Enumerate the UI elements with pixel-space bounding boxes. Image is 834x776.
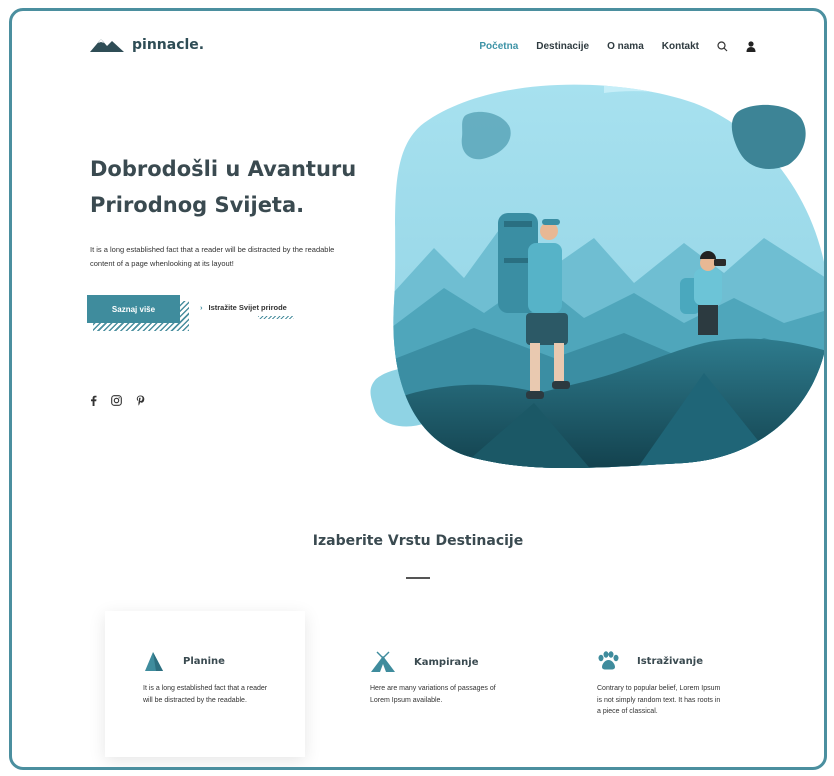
card-header: Kampiranje — [370, 651, 479, 673]
destination-card-kampiranje[interactable]: Kampiranje Here are many variations of p… — [332, 611, 532, 757]
nav-item-kontakt[interactable]: Kontakt — [662, 41, 699, 52]
facebook-icon[interactable] — [90, 395, 97, 406]
card-text: Contrary to popular belief, Lorem Ipsum … — [597, 685, 721, 715]
brand-logo[interactable]: pinnacle. — [90, 37, 204, 53]
section-divider — [406, 577, 430, 579]
page-frame: pinnacle. Početna Destinacije O nama Kon… — [9, 8, 827, 770]
card-text: It is a long established fact that a rea… — [143, 685, 268, 704]
nav-item-o-nama[interactable]: O nama — [607, 41, 644, 52]
destination-card-planine[interactable]: Planine It is a long established fact th… — [105, 611, 305, 757]
instagram-icon[interactable] — [111, 395, 122, 406]
card-title: Kampiranje — [414, 656, 479, 668]
card-header: Planine — [143, 651, 225, 671]
card-text: Here are many variations of passages of … — [370, 685, 496, 704]
learn-more-button[interactable]: Saznaj više — [87, 295, 180, 323]
section-title: Izaberite Vrstu Destinacije — [312, 533, 524, 549]
hero-title: Dobrodošli u Avanturu Prirodnog Svijeta. — [90, 157, 357, 217]
explore-nature-link[interactable]: › Istražite Svijet prirode — [200, 303, 287, 312]
nav-item-pocetna[interactable]: Početna — [479, 41, 518, 52]
explore-nature-label: Istražite Svijet prirode — [208, 303, 287, 312]
brand-name: pinnacle. — [132, 37, 205, 53]
tent-icon — [371, 651, 395, 672]
hero-description: It is a long established fact that a rea… — [90, 245, 335, 268]
hero-illustration — [370, 84, 824, 469]
link-stripe-decoration — [258, 316, 294, 319]
paw-icon — [598, 651, 619, 670]
card-title: Istraživanje — [637, 655, 703, 667]
social-links — [90, 395, 145, 406]
mountain-icon — [145, 652, 163, 671]
nav-item-destinacije[interactable]: Destinacije — [536, 41, 589, 52]
mountain-logo-icon — [90, 39, 124, 52]
pinterest-icon[interactable] — [136, 395, 145, 406]
destination-card-istrazivanje[interactable]: Istraživanje Contrary to popular belief,… — [559, 611, 759, 757]
card-title: Planine — [183, 655, 225, 667]
main-nav: Početna Destinacije O nama Kontakt — [479, 41, 756, 52]
primary-button-wrap: Saznaj više — [87, 295, 189, 331]
user-icon[interactable] — [746, 41, 756, 52]
card-header: Istraživanje — [597, 651, 703, 671]
chevron-right-icon: › — [200, 303, 203, 312]
search-icon[interactable] — [717, 41, 728, 52]
